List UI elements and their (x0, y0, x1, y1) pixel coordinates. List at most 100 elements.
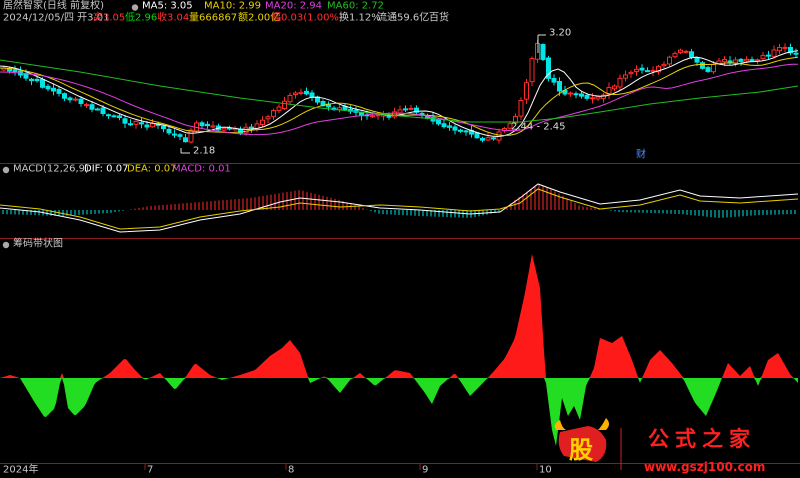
candle (760, 54, 766, 60)
candle (221, 127, 227, 131)
candle (183, 137, 188, 143)
candle (106, 114, 111, 117)
candle (293, 92, 298, 95)
candle (612, 85, 617, 90)
logo-char: 股 (569, 436, 593, 464)
candle (722, 59, 727, 63)
x-label-10: 10 (539, 464, 552, 475)
candle (645, 70, 650, 73)
candle (678, 49, 683, 53)
candle (205, 123, 210, 127)
candle (23, 73, 29, 79)
chart-canvas: 居然智家(日线 前复权) MA5: 3.05 MA10: 2.99 MA20: … (0, 0, 800, 475)
candle (540, 43, 546, 60)
candle (188, 129, 194, 143)
candle (210, 125, 216, 128)
min-price-label: 2.18 (193, 145, 215, 156)
watermark-logo: 股 公式之家 www.gszj100.com (554, 418, 765, 474)
candle (276, 106, 282, 111)
settings-dot-icon[interactable] (131, 4, 139, 11)
candle (705, 67, 711, 72)
candle (128, 123, 133, 126)
x-label-year: 2024年 (3, 462, 38, 475)
candle (727, 60, 733, 64)
finance-badge[interactable]: 财 (636, 147, 646, 160)
candle (650, 69, 656, 72)
candle (150, 123, 155, 128)
brand-url: www.gszj100.com (644, 460, 765, 474)
candle (595, 96, 601, 100)
macd-value: MACD: 0.01 (172, 163, 231, 174)
candle (441, 123, 447, 128)
candle (447, 125, 452, 128)
candle (524, 82, 529, 100)
candle (474, 132, 480, 139)
candle (557, 80, 562, 92)
ma20-label: MA20: 2.94 (265, 0, 322, 11)
industry-menu[interactable]: 百货 (429, 10, 449, 23)
candle (749, 59, 755, 62)
candle (733, 59, 738, 64)
candle (711, 64, 716, 73)
candle (144, 124, 150, 128)
candle (672, 52, 678, 58)
candle (568, 92, 573, 95)
candle (551, 77, 557, 83)
candle (95, 108, 100, 111)
candle (518, 100, 524, 117)
candle (29, 78, 34, 82)
turnover-value: 换1.12% (339, 10, 381, 23)
candle (260, 119, 265, 126)
candle (485, 137, 491, 141)
candle (34, 78, 40, 82)
max-price-label: 3.20 (549, 27, 571, 38)
candle (375, 114, 381, 117)
candle (491, 137, 496, 140)
chip-dot-icon[interactable] (2, 241, 10, 249)
candle (62, 93, 67, 99)
candle (265, 116, 271, 120)
candle (89, 104, 95, 110)
macd-header: MACD(12,26,9) DIF: 0.07 DEA: 0.07 MACD: … (2, 163, 231, 174)
candle (590, 97, 595, 100)
high-value: 高3.05 (93, 10, 125, 23)
x-label-7: 7 (147, 464, 153, 475)
candle (700, 62, 705, 69)
logo-horn-right (598, 418, 609, 430)
macd-pane[interactable] (0, 183, 799, 233)
candle (67, 97, 73, 101)
candle (782, 46, 788, 49)
candle (458, 129, 463, 132)
chip-pane[interactable] (0, 254, 798, 446)
candle (408, 107, 414, 110)
candle (73, 98, 78, 101)
price-pane[interactable] (0, 39, 799, 144)
candle (573, 93, 579, 96)
candle (271, 110, 276, 117)
candle (243, 126, 249, 134)
candle (463, 130, 469, 133)
candle (480, 137, 485, 141)
candle (694, 57, 700, 63)
candle (298, 91, 304, 95)
ma10-line (0, 56, 799, 137)
candle (40, 78, 45, 88)
candle (133, 120, 139, 125)
app-title: 居然智家(日线 前复权) (3, 0, 104, 11)
macd-dea: DEA: 0.07 (127, 163, 177, 174)
candle (287, 95, 293, 103)
dif-line (0, 183, 799, 233)
volume-value: 量666867 (189, 11, 237, 23)
candle (738, 58, 744, 62)
candle (172, 133, 177, 136)
candle (12, 69, 18, 73)
candle (45, 85, 51, 90)
candle (78, 98, 84, 104)
candle (777, 47, 782, 52)
candle (370, 115, 375, 118)
candle (617, 77, 623, 88)
candle (683, 50, 689, 53)
macd-dot-icon[interactable] (2, 166, 10, 174)
macd-title: MACD(12,26,9) (13, 163, 89, 174)
candle (661, 63, 667, 67)
